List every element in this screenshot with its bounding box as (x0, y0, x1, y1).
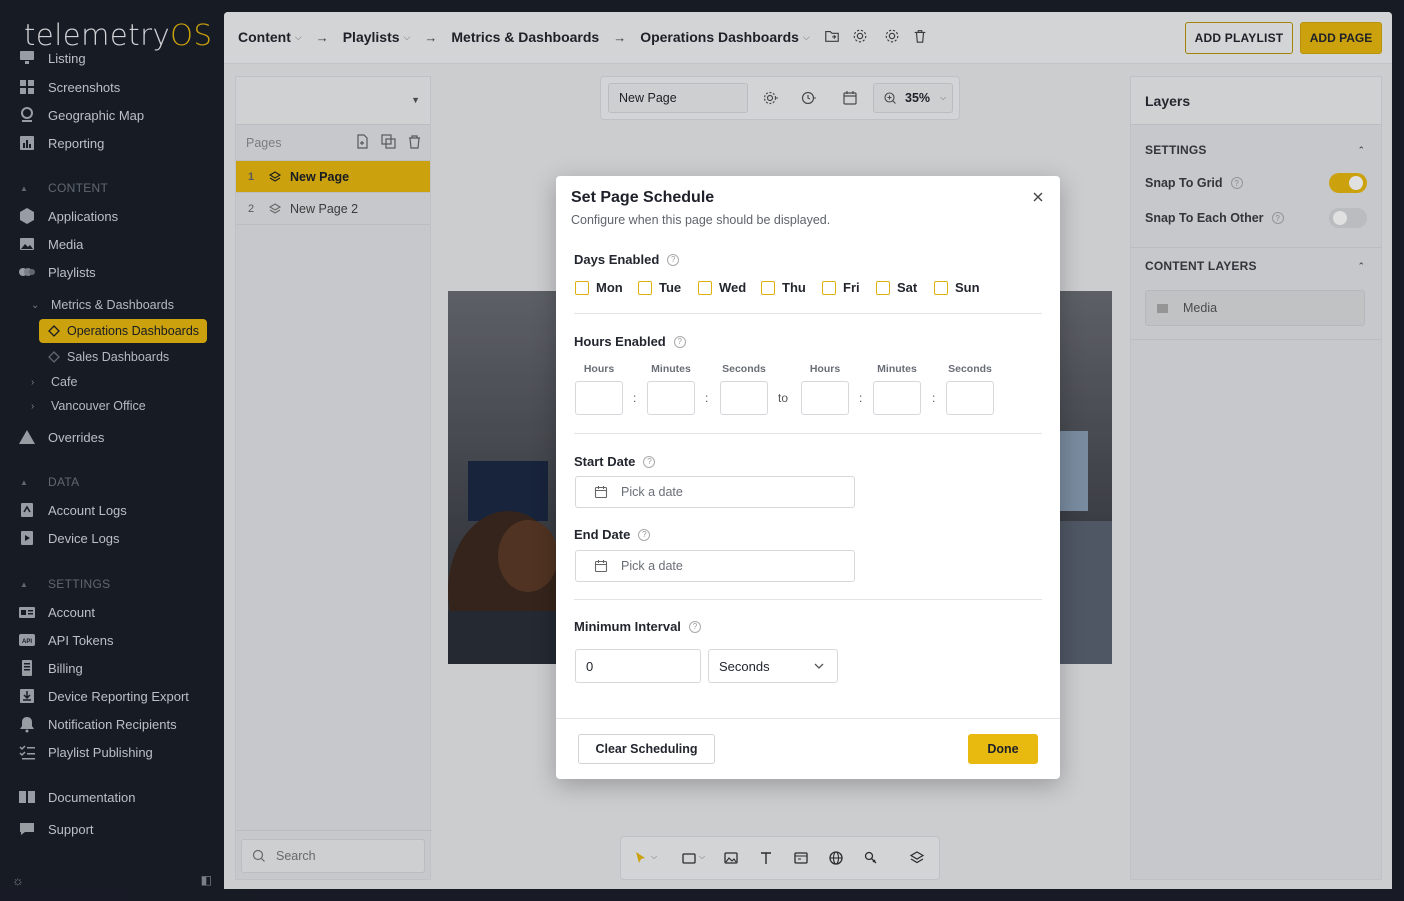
label-text: Days Enabled (574, 252, 660, 267)
checkbox[interactable] (638, 280, 652, 295)
end-minutes-input[interactable] (873, 381, 921, 415)
days-enabled-label: Days Enabled? (574, 252, 680, 267)
close-icon[interactable] (1030, 189, 1046, 205)
day-label: Fri (843, 280, 860, 295)
day-checkbox-sat[interactable]: Sat (876, 280, 917, 295)
day-checkbox-thu[interactable]: Thu (761, 280, 806, 295)
start-date-label: Start Date? (574, 454, 656, 469)
calendar-icon (594, 485, 608, 499)
label-text: Start Date (574, 454, 636, 469)
checkbox[interactable] (934, 280, 948, 295)
label-text: End Date (574, 527, 631, 542)
start-seconds-input[interactable] (720, 381, 768, 415)
checkbox[interactable] (575, 280, 589, 295)
day-checkbox-tue[interactable]: Tue (638, 280, 681, 295)
divider (574, 313, 1042, 314)
end-seconds-input[interactable] (946, 381, 994, 415)
set-page-schedule-dialog: Set Page Schedule Configure when this pa… (556, 176, 1060, 779)
start-minutes-label: Minutes (651, 363, 691, 375)
end-hours-input[interactable] (801, 381, 849, 415)
checkbox[interactable] (822, 280, 836, 295)
help-icon[interactable]: ? (673, 335, 686, 348)
minimum-interval-label: Minimum Interval? (574, 619, 701, 634)
checkbox[interactable] (876, 280, 890, 295)
calendar-icon (594, 559, 608, 573)
time-separator: : (932, 391, 936, 405)
clear-scheduling-button[interactable]: Clear Scheduling (578, 734, 715, 764)
to-label: to (778, 391, 789, 405)
help-icon[interactable]: ? (688, 620, 701, 633)
day-checkbox-fri[interactable]: Fri (822, 280, 860, 295)
time-separator: : (705, 391, 709, 405)
start-hours-input[interactable] (575, 381, 623, 415)
label-text: Hours Enabled (574, 334, 666, 349)
interval-unit-select[interactable]: Seconds (708, 649, 838, 683)
help-icon[interactable]: ? (667, 253, 680, 266)
date-placeholder: Pick a date (621, 485, 683, 499)
chevron-down-icon (813, 660, 825, 672)
divider (556, 718, 1060, 719)
day-label: Sun (955, 280, 980, 295)
day-checkbox-sun[interactable]: Sun (934, 280, 980, 295)
day-label: Thu (782, 280, 806, 295)
day-label: Mon (596, 280, 623, 295)
day-label: Sat (897, 280, 918, 295)
dialog-subtitle: Configure when this page should be displ… (571, 213, 831, 227)
divider (574, 433, 1042, 434)
time-separator: : (633, 391, 637, 405)
label-text: Minimum Interval (574, 619, 681, 634)
hours-enabled-label: Hours Enabled? (574, 334, 686, 349)
help-icon[interactable]: ? (643, 455, 656, 468)
checkbox[interactable] (698, 280, 712, 295)
checkbox[interactable] (761, 280, 775, 295)
day-label: Wed (719, 280, 747, 295)
start-seconds-label: Seconds (722, 363, 766, 375)
select-value: Seconds (719, 658, 770, 674)
end-date-picker[interactable]: Pick a date (575, 550, 855, 582)
end-minutes-label: Minutes (877, 363, 917, 375)
done-button[interactable]: Done (968, 734, 1038, 764)
end-date-label: End Date? (574, 527, 651, 542)
start-minutes-input[interactable] (647, 381, 695, 415)
date-placeholder: Pick a date (621, 559, 683, 573)
start-date-picker[interactable]: Pick a date (575, 476, 855, 508)
minimum-interval-input[interactable]: 0 (575, 649, 701, 683)
day-label: Tue (659, 280, 682, 295)
end-seconds-label: Seconds (948, 363, 992, 375)
day-checkbox-wed[interactable]: Wed (698, 280, 746, 295)
divider (574, 599, 1042, 600)
dialog-title: Set Page Schedule (571, 189, 715, 206)
help-icon[interactable]: ? (638, 528, 651, 541)
time-separator: : (859, 391, 863, 405)
start-hours-label: Hours (583, 363, 615, 375)
end-hours-label: Hours (809, 363, 841, 375)
day-checkbox-mon[interactable]: Mon (575, 280, 623, 295)
